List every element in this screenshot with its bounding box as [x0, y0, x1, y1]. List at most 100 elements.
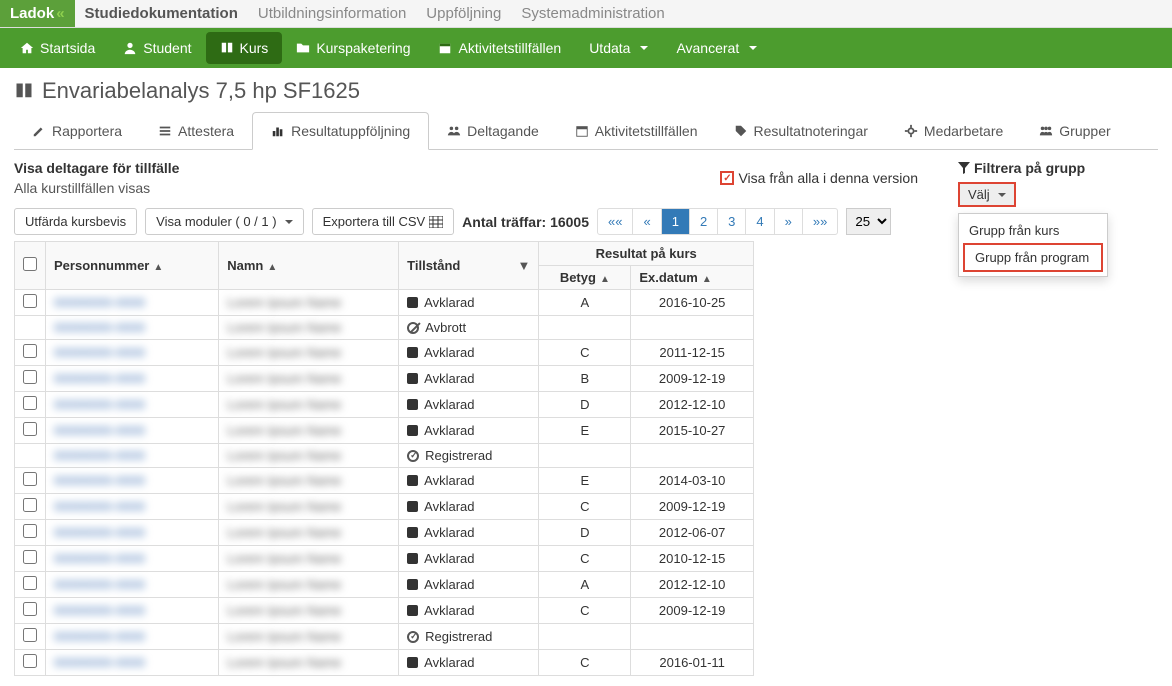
tab-resultatuppfoljning[interactable]: Resultatuppföljning: [252, 112, 429, 150]
row-checkbox[interactable]: [23, 472, 37, 486]
personnummer-cell[interactable]: 00000000-0000: [54, 295, 145, 310]
issue-cert-button[interactable]: Utfärda kursbevis: [14, 208, 137, 235]
status-cell: Avklarad: [407, 473, 530, 488]
row-checkbox[interactable]: [23, 422, 37, 436]
nav-aktivitetstillfallen[interactable]: Aktivitetstillfällen: [424, 32, 575, 64]
table-row: 00000000-0000Lorem Ipsum NameAvklaradD20…: [15, 520, 754, 546]
col-namn[interactable]: Namn▲: [219, 242, 399, 290]
personnummer-cell[interactable]: 00000000-0000: [54, 423, 145, 438]
personnummer-cell[interactable]: 00000000-0000: [54, 345, 145, 360]
nav-kurspaketering[interactable]: Kurspaketering: [282, 32, 424, 64]
row-checkbox[interactable]: [23, 396, 37, 410]
toptab-studiedokumentation[interactable]: Studiedokumentation: [75, 0, 248, 27]
status-label: Avklarad: [424, 423, 474, 438]
exdatum-cell: 2011-12-15: [631, 340, 754, 366]
export-csv-button[interactable]: Exportera till CSV: [312, 208, 455, 235]
show-modules-button[interactable]: Visa moduler ( 0 / 1 ): [145, 208, 303, 235]
row-checkbox[interactable]: [23, 498, 37, 512]
table-row: 00000000-0000Lorem Ipsum NameAvklaradA20…: [15, 572, 754, 598]
tab-aktivitetstillfallen[interactable]: Aktivitetstillfällen: [557, 112, 716, 149]
tab-deltagande[interactable]: Deltagande: [429, 112, 557, 149]
namn-cell: Lorem Ipsum Name: [227, 371, 341, 386]
page-prev[interactable]: «: [633, 209, 661, 234]
toptab-systemadministration[interactable]: Systemadministration: [511, 0, 674, 27]
filter-dropdown: Grupp från kurs Grupp från program: [958, 213, 1108, 277]
namn-cell: Lorem Ipsum Name: [227, 577, 341, 592]
filter-icon[interactable]: ▼: [517, 258, 530, 273]
square-icon: [407, 553, 418, 564]
version-checkbox-row[interactable]: ✓ Visa från alla i denna version: [720, 170, 918, 186]
col-tillstand[interactable]: Tillstånd▼: [399, 242, 539, 290]
personnummer-cell[interactable]: 00000000-0000: [54, 629, 145, 644]
page-2[interactable]: 2: [690, 209, 718, 234]
personnummer-cell[interactable]: 00000000-0000: [54, 603, 145, 618]
personnummer-cell[interactable]: 00000000-0000: [54, 473, 145, 488]
row-checkbox[interactable]: [23, 576, 37, 590]
select-all-checkbox[interactable]: [23, 257, 37, 271]
personnummer-cell[interactable]: 00000000-0000: [54, 551, 145, 566]
row-checkbox[interactable]: [23, 550, 37, 564]
row-checkbox[interactable]: [23, 524, 37, 538]
personnummer-cell[interactable]: 00000000-0000: [54, 371, 145, 386]
nav-kurs[interactable]: Kurs: [206, 32, 283, 64]
page-1[interactable]: 1: [662, 209, 690, 234]
check-circle-icon: [407, 631, 419, 643]
page-size-select[interactable]: 25: [846, 208, 891, 235]
namn-cell: Lorem Ipsum Name: [227, 345, 341, 360]
personnummer-cell[interactable]: 00000000-0000: [54, 397, 145, 412]
filter-select-button[interactable]: Välj: [958, 182, 1016, 207]
tab-attestera[interactable]: Attestera: [140, 112, 252, 149]
namn-cell: Lorem Ipsum Name: [227, 629, 341, 644]
namn-cell: Lorem Ipsum Name: [227, 320, 341, 335]
page-3[interactable]: 3: [718, 209, 746, 234]
tab-rapportera[interactable]: Rapportera: [14, 112, 140, 149]
square-icon: [407, 579, 418, 590]
toptab-utbildningsinformation[interactable]: Utbildningsinformation: [248, 0, 416, 27]
checkbox-icon[interactable]: ✓: [720, 171, 734, 185]
col-select-all[interactable]: [15, 242, 46, 290]
nav-avancerat[interactable]: Avancerat: [662, 32, 771, 64]
row-checkbox[interactable]: [23, 294, 37, 308]
row-checkbox[interactable]: [23, 370, 37, 384]
filter-option-kurs[interactable]: Grupp från kurs: [959, 218, 1107, 243]
personnummer-cell[interactable]: 00000000-0000: [54, 655, 145, 670]
book-icon: [220, 41, 234, 55]
col-group-resultat: Resultat på kurs: [539, 242, 754, 266]
tab-resultatnoteringar[interactable]: Resultatnoteringar: [716, 112, 886, 149]
status-label: Avklarad: [424, 397, 474, 412]
exdatum-cell: 2016-01-11: [631, 650, 754, 676]
col-betyg[interactable]: Betyg▲: [539, 266, 631, 290]
exdatum-cell: 2014-03-10: [631, 468, 754, 494]
personnummer-cell[interactable]: 00000000-0000: [54, 448, 145, 463]
row-checkbox[interactable]: [23, 344, 37, 358]
col-personnummer[interactable]: Personnummer▲: [46, 242, 219, 290]
betyg-cell: E: [539, 468, 631, 494]
calendar-icon: [575, 124, 589, 138]
toptab-uppfoljning[interactable]: Uppföljning: [416, 0, 511, 27]
nav-student[interactable]: Student: [109, 32, 205, 64]
row-checkbox[interactable]: [23, 602, 37, 616]
pagination: «« « 1 2 3 4 » »»: [597, 208, 838, 235]
row-checkbox[interactable]: [23, 654, 37, 668]
nav-utdata[interactable]: Utdata: [575, 32, 662, 64]
page-4[interactable]: 4: [746, 209, 774, 234]
funnel-icon: [958, 162, 970, 174]
personnummer-cell[interactable]: 00000000-0000: [54, 320, 145, 335]
row-checkbox[interactable]: [23, 628, 37, 642]
page-first[interactable]: ««: [598, 209, 633, 234]
tab-grupper[interactable]: Grupper: [1021, 112, 1128, 149]
list-icon: [158, 124, 172, 138]
logo: Ladok«: [0, 0, 75, 27]
page-next[interactable]: »: [775, 209, 803, 234]
page-last[interactable]: »»: [803, 209, 837, 234]
col-exdatum[interactable]: Ex.datum▲: [631, 266, 754, 290]
version-checkbox-label: Visa från alla i denna version: [738, 170, 918, 186]
exdatum-cell: 2016-10-25: [631, 290, 754, 316]
nav-startsida[interactable]: Startsida: [6, 32, 109, 64]
tab-medarbetare[interactable]: Medarbetare: [886, 112, 1021, 149]
personnummer-cell[interactable]: 00000000-0000: [54, 525, 145, 540]
personnummer-cell[interactable]: 00000000-0000: [54, 577, 145, 592]
filter-option-program[interactable]: Grupp från program: [963, 243, 1103, 272]
top-tabbar: Ladok« Studiedokumentation Utbildningsin…: [0, 0, 1172, 28]
personnummer-cell[interactable]: 00000000-0000: [54, 499, 145, 514]
